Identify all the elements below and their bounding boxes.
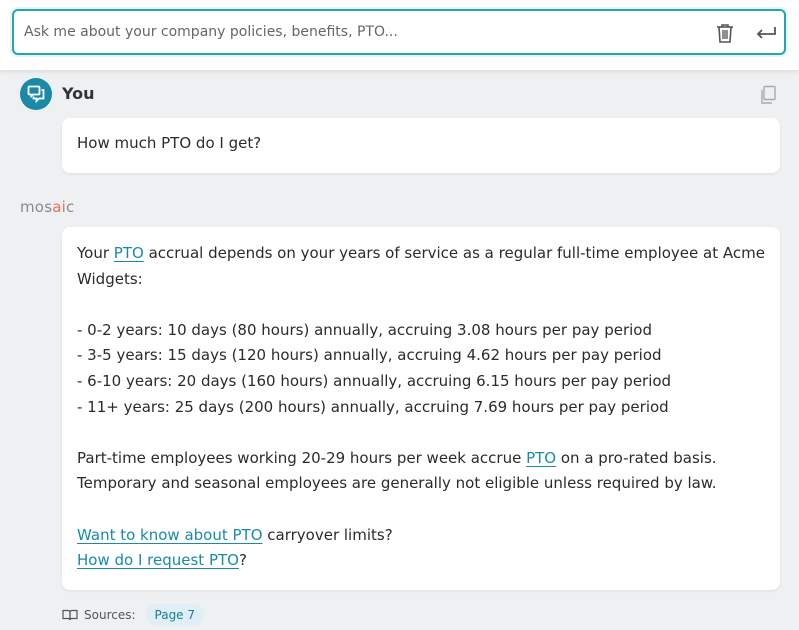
user-question: How much PTO do I get?	[77, 134, 262, 152]
followup-text: ?	[238, 551, 247, 570]
followup-suggestion: Want to know about PTO carryover limits?	[77, 523, 765, 549]
pto-link[interactable]: PTO	[114, 244, 144, 262]
submit-button[interactable]	[754, 21, 778, 45]
temporary-text: Temporary and seasonal employees are gen…	[77, 474, 717, 493]
brand-prefix: mos	[20, 198, 53, 216]
user-name: You	[62, 84, 95, 103]
intro-text-before: Your	[77, 244, 114, 262]
intro-text-after: accrual depends on your years of service…	[77, 244, 765, 288]
parttime-text: Part-time employees working 20-29 hours …	[77, 446, 765, 472]
assistant-brand-logo: mosaic	[20, 198, 74, 216]
followup-suggestion: How do I request PTO?	[77, 548, 765, 574]
parttime-after: on a pro-rated basis.	[556, 448, 717, 467]
source-page-chip[interactable]: Page 7	[145, 604, 205, 626]
assistant-answer-card: Your PTO accrual depends on your years o…	[62, 227, 780, 590]
copy-button[interactable]	[759, 85, 779, 105]
tier-item: - 6-10 years: 20 days (160 hours) annual…	[77, 371, 672, 390]
top-bar	[0, 0, 799, 70]
followup-text: carryover limits?	[262, 525, 393, 544]
user-message-card: How much PTO do I get?	[62, 118, 780, 173]
answer-intro: Your PTO accrual depends on your years o…	[77, 241, 765, 292]
trash-icon	[717, 24, 733, 43]
brand-suffix: c	[65, 198, 75, 216]
tier-item: - 11+ years: 25 days (200 hours) annuall…	[77, 397, 669, 416]
chat-icon	[27, 85, 45, 103]
sources-row: Sources: Page 7	[62, 603, 205, 627]
followup-link-carryover[interactable]: Want to know about PTO	[77, 526, 263, 544]
book-icon	[62, 609, 78, 621]
clear-button[interactable]	[713, 21, 737, 45]
copy-icon	[761, 85, 776, 104]
search-box[interactable]	[12, 9, 786, 55]
search-input[interactable]	[24, 11, 704, 53]
user-avatar	[20, 78, 52, 110]
pto-link[interactable]: PTO	[526, 449, 556, 467]
tier-item: - 3-5 years: 15 days (120 hours) annuall…	[77, 346, 662, 365]
tier-item: - 0-2 years: 10 days (80 hours) annually…	[77, 320, 652, 339]
brand-accent: ai	[52, 198, 66, 216]
parttime-before: Part-time employees working 20-29 hours …	[77, 448, 527, 467]
followup-link-request[interactable]: How do I request PTO	[77, 551, 239, 569]
sources-label: Sources:	[84, 608, 136, 622]
enter-icon	[756, 27, 776, 39]
